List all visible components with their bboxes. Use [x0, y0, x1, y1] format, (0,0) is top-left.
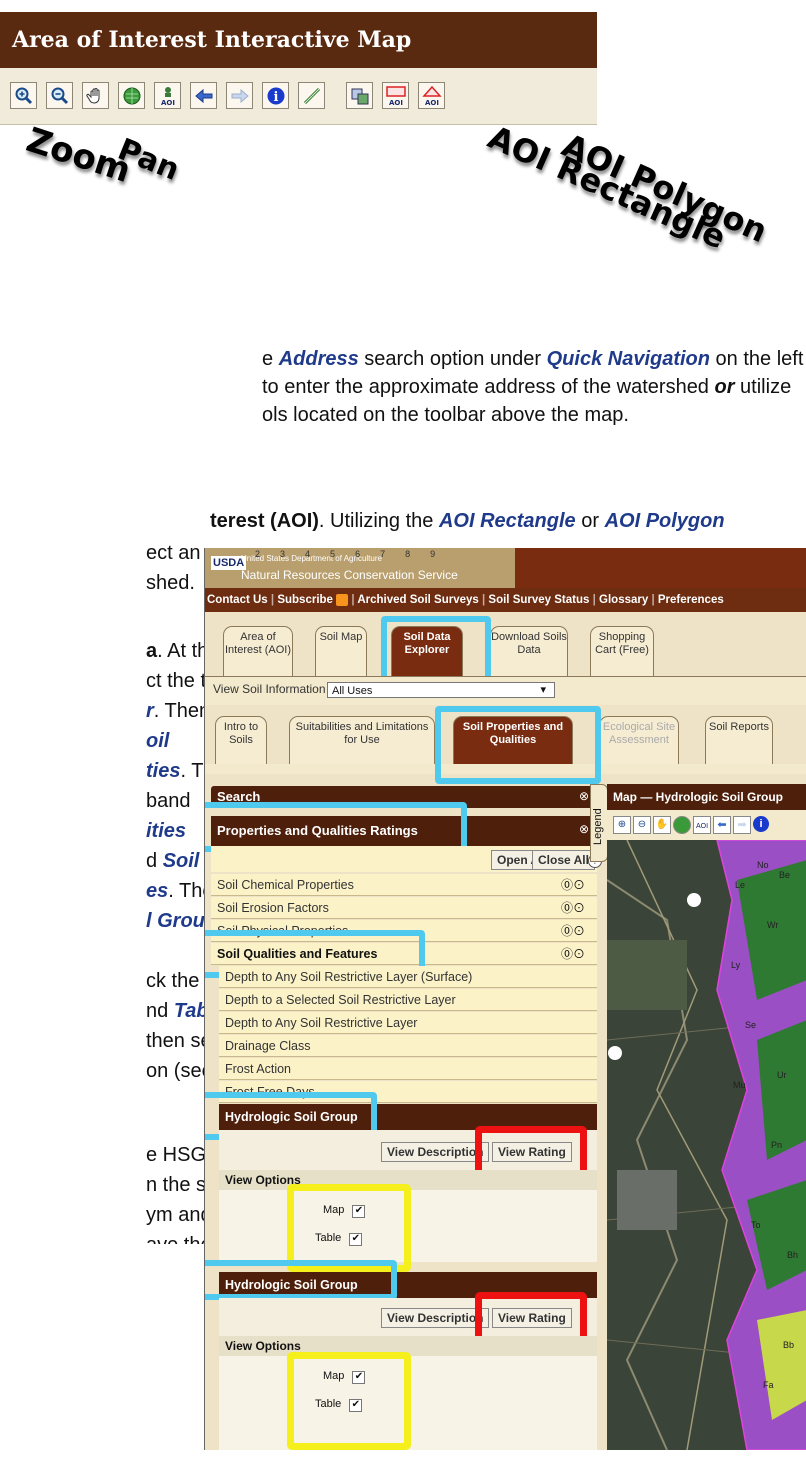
map-label: Se — [745, 1020, 757, 1030]
legend-tab[interactable]: Legend — [590, 784, 608, 862]
highlight-hsg-2 — [205, 1260, 397, 1300]
text-line: band — [146, 790, 191, 812]
expand-icons[interactable]: ⓪⊙ — [561, 876, 585, 893]
map-label: To — [751, 1220, 761, 1230]
globe-icon[interactable] — [673, 816, 691, 834]
zoom-out-icon[interactable]: ⊖ — [633, 816, 651, 834]
zoom-in-icon[interactable]: ⊕ — [613, 816, 631, 834]
map-label: Pn — [771, 1140, 783, 1150]
map-toolbar: ⊕ ⊖ ✋ AOI ⬅ ➡ i — [607, 810, 806, 840]
nav-contact-us[interactable]: Contact Us — [207, 594, 268, 606]
ruler-numbers: 23456789 — [255, 549, 456, 559]
top-nav: Contact Us | Subscribe | Archived Soil S… — [205, 588, 806, 612]
map-label: Fa — [763, 1380, 774, 1390]
view-by-select[interactable]: All Uses ▾ — [327, 682, 555, 698]
text-line: terest (AOI). Utilizing the AOI Rectangl… — [210, 510, 725, 532]
map-label: No — [757, 860, 769, 870]
collapse-pq-icon[interactable]: ⊗ — [579, 822, 589, 836]
back-arrow-icon[interactable]: ⬅ — [713, 816, 731, 834]
aoi-person-icon[interactable]: AOI — [693, 816, 711, 834]
rss-icon[interactable] — [336, 593, 349, 606]
expand-icons[interactable]: ⓪⊙ — [561, 899, 585, 916]
svg-text:AOI: AOI — [425, 99, 439, 107]
map-label: Be — [779, 870, 791, 880]
list-item[interactable]: Frost Action — [219, 1058, 597, 1080]
info-icon[interactable]: i — [262, 82, 289, 109]
map-label: Le — [735, 880, 746, 890]
forward-arrow-icon[interactable]: ➡ — [733, 816, 751, 834]
zoom-out-icon[interactable] — [46, 82, 73, 109]
subtab-intro[interactable]: Intro to Soils — [215, 716, 267, 764]
map-label: Wr — [767, 920, 779, 930]
list-item[interactable]: Depth to a Selected Soil Restrictive Lay… — [219, 989, 597, 1011]
subtab-suitabilities[interactable]: Suitabilities and Limitations for Use — [289, 716, 435, 764]
nav-archived[interactable]: Archived Soil Surveys — [357, 594, 478, 606]
list-item[interactable]: Drainage Class — [219, 1035, 597, 1057]
aoi-panel-title: Area of Interest Interactive Map — [0, 12, 597, 68]
nav-glossary[interactable]: Glossary — [599, 594, 648, 606]
text-line: e Address search option under Quick Navi… — [262, 348, 804, 370]
forward-arrow-icon[interactable] — [226, 82, 253, 109]
aoi-person-icon[interactable]: AOI — [154, 82, 181, 109]
tab-aoi[interactable]: Area of Interest (AOI) — [223, 626, 293, 676]
aoi-rectangle-icon[interactable]: AOI — [382, 82, 409, 109]
aoi-polygon-icon[interactable]: AOI — [418, 82, 445, 109]
pan-hand-icon[interactable] — [82, 82, 109, 109]
map-title: Map — Hydrologic Soil Group — [607, 784, 806, 810]
map-label: Ur — [777, 1070, 787, 1080]
map-label: Bb — [783, 1340, 795, 1350]
text-line: ck the — [146, 970, 200, 992]
tab-soil-map[interactable]: Soil Map — [315, 626, 367, 676]
text-line: ave the — [146, 1232, 212, 1244]
text-line: oil — [146, 730, 170, 752]
full-extent-globe-icon[interactable] — [118, 82, 145, 109]
nav-preferences[interactable]: Preferences — [658, 594, 724, 606]
highlight-pq-ratings — [205, 802, 467, 852]
zoom-in-icon[interactable] — [10, 82, 37, 109]
highlight-view-options-1 — [287, 1184, 411, 1272]
text-line: to enter the approximate address of the … — [262, 376, 792, 398]
text-line: d Soil — [146, 850, 200, 872]
view-description-button[interactable]: View Description — [381, 1308, 490, 1328]
layers-icon[interactable] — [346, 82, 373, 109]
svg-text:i: i — [273, 90, 278, 105]
map-label: Ly — [731, 960, 741, 970]
view-description-button[interactable]: View Description — [381, 1142, 490, 1162]
list-item[interactable]: Depth to Any Soil Restrictive Layer — [219, 1012, 597, 1034]
close-all-button[interactable]: Close All — [532, 850, 595, 870]
web-soil-survey-screenshot: USDA United States Department of Agricul… — [204, 548, 806, 1450]
nav-subscribe[interactable]: Subscribe — [277, 594, 333, 606]
measure-ruler-icon[interactable] — [298, 82, 325, 109]
category-chemical[interactable]: Soil Chemical Properties — [211, 874, 597, 896]
nrcs-name: Natural Resources Conservation Service — [241, 568, 458, 582]
text-line: r. Then — [146, 700, 211, 722]
text-line: ities — [146, 820, 187, 842]
category-erosion[interactable]: Soil Erosion Factors — [211, 897, 597, 919]
info-icon[interactable]: i — [753, 816, 769, 832]
map-label: Mu — [733, 1080, 746, 1090]
list-item[interactable]: Depth to Any Soil Restrictive Layer (Sur… — [219, 966, 597, 988]
expand-icons[interactable]: ⓪⊙ — [561, 922, 585, 939]
back-arrow-icon[interactable] — [190, 82, 217, 109]
soil-map[interactable]: No Le Be Wr Ly Se Mu Ur Pn To Bh Bb Fa — [607, 840, 806, 1450]
subtab-reports[interactable]: Soil Reports — [705, 716, 773, 764]
collapse-icons[interactable]: ⓪⊙ — [561, 945, 585, 962]
map-label: Bh — [787, 1250, 799, 1260]
aoi-glyph-text: AOI — [161, 99, 175, 107]
collapse-search-icon[interactable]: ⊗ — [579, 789, 589, 803]
svg-text:AOI: AOI — [389, 99, 403, 107]
highlight-view-options-2 — [287, 1352, 411, 1450]
highlight-soil-properties-tab — [435, 706, 601, 784]
pan-hand-icon[interactable]: ✋ — [653, 816, 671, 834]
text-column: ect an area shed. — [146, 542, 247, 594]
tab-shopping-cart[interactable]: Shopping Cart (Free) — [590, 626, 654, 676]
text-line: ols located on the toolbar above the map… — [262, 404, 629, 426]
nav-status[interactable]: Soil Survey Status — [488, 594, 589, 606]
tab-download[interactable]: Download Soils Data — [490, 626, 568, 676]
